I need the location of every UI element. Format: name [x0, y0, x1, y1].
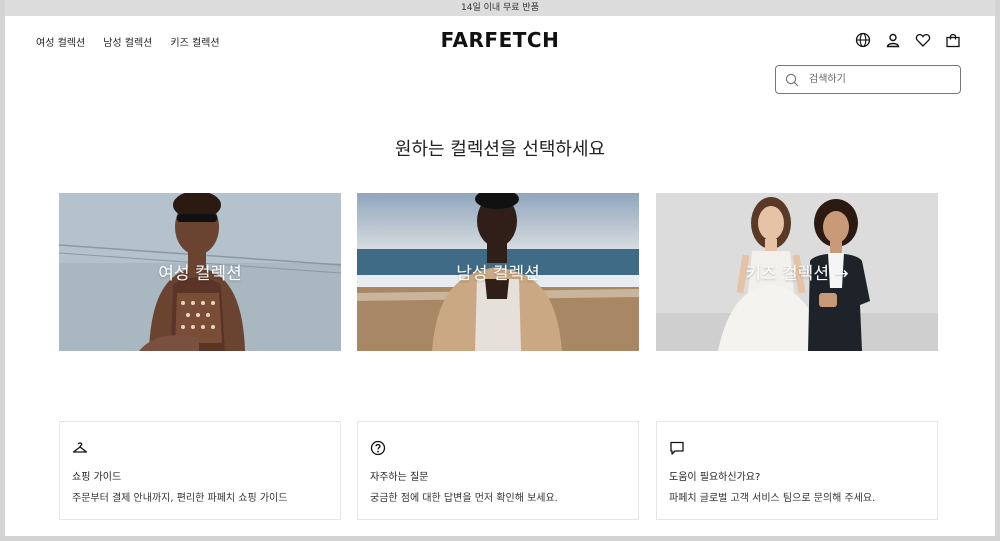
announcement-bar[interactable]: 14일 이내 무료 반품: [5, 0, 995, 16]
info-desc: 궁금한 점에 대한 답변을 먼저 확인해 보세요.: [370, 493, 558, 504]
collection-card-kids[interactable]: 키즈 컬렉션 →: [656, 193, 938, 351]
user-icon[interactable]: [885, 32, 901, 48]
search-icon: [785, 73, 799, 86]
info-card-shopping-guide[interactable]: 쇼핑 가이드 주문부터 결제 안내까지, 편리한 파페치 쇼핑 가이드: [59, 421, 341, 520]
info-title: 자주하는 질문: [370, 472, 429, 483]
hanger-icon: [72, 442, 88, 453]
info-card-faq[interactable]: 자주하는 질문 궁금한 점에 대한 답변을 먼저 확인해 보세요.: [357, 421, 639, 520]
women-collection-label: 여성 컬렉션: [158, 264, 242, 284]
heart-icon[interactable]: [915, 32, 931, 48]
collection-card-men[interactable]: 남성 컬렉션: [357, 193, 639, 351]
info-title: 도움이 필요하신가요?: [669, 472, 761, 483]
info-card-help[interactable]: 도움이 필요하신가요? 파페치 글로벌 고객 서비스 팀으로 문의해 주세요.: [656, 421, 938, 520]
men-collection-label: 남성 컬렉션: [456, 264, 540, 284]
info-desc: 주문부터 결제 안내까지, 편리한 파페치 쇼핑 가이드: [72, 493, 288, 504]
page-frame: 14일 이내 무료 반품 여성 컬렉션 남성 컬렉션 키즈 컬렉션 FARFET…: [5, 0, 995, 536]
bag-icon[interactable]: [945, 32, 961, 48]
collection-card-women[interactable]: 여성 컬렉션: [59, 193, 341, 351]
kids-collection-label: 키즈 컬렉션 →: [745, 264, 849, 284]
brand-logo[interactable]: FARFETCH: [5, 28, 995, 52]
header-icons: [855, 32, 961, 48]
info-desc: 파페치 글로벌 고객 서비스 팀으로 문의해 주세요.: [669, 493, 876, 504]
chat-icon: [670, 441, 684, 455]
search-input[interactable]: [807, 73, 951, 86]
search-box[interactable]: [775, 65, 961, 94]
info-title: 쇼핑 가이드: [72, 472, 122, 483]
question-icon: [370, 440, 386, 456]
page-heading: 원하는 컬렉션을 선택하세요: [394, 139, 606, 160]
globe-icon[interactable]: [855, 32, 871, 48]
